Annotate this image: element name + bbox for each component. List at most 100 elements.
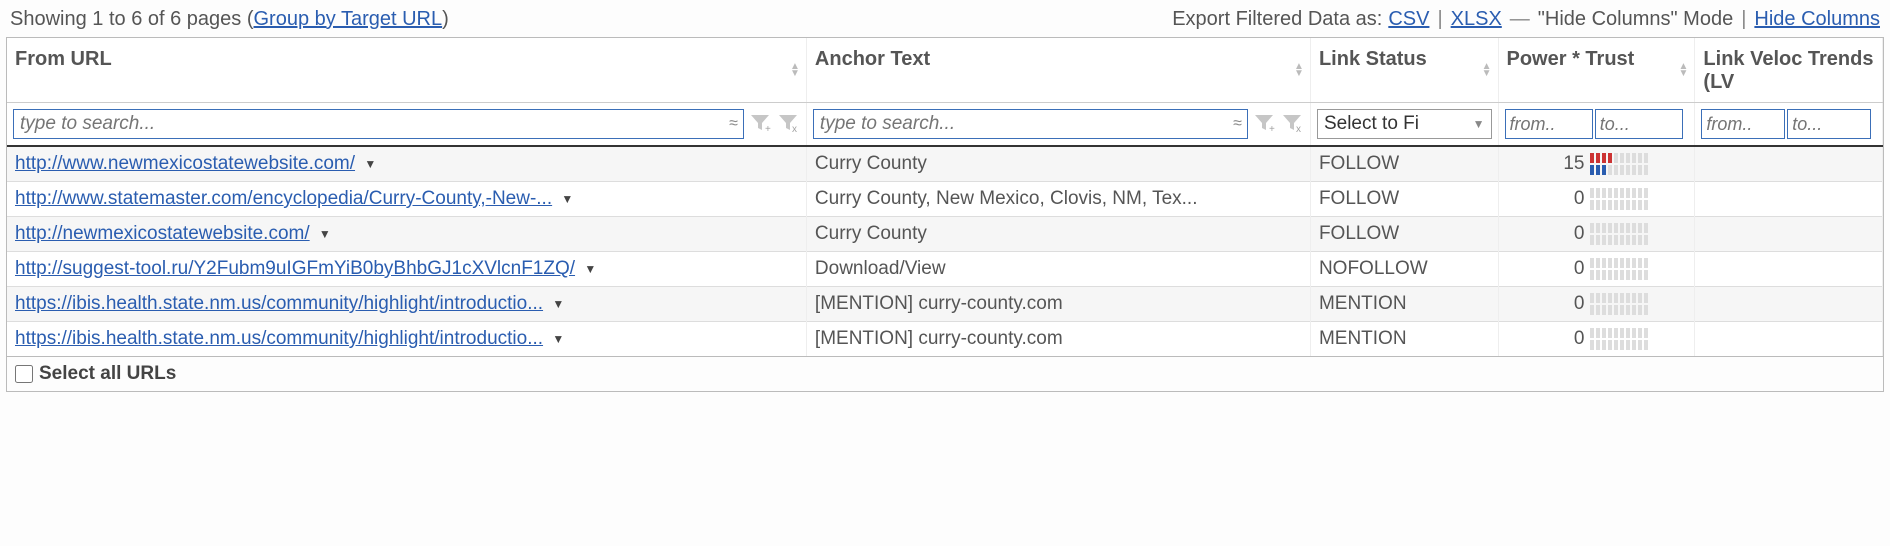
anchor-text-cell: [MENTION] curry-county.com — [806, 322, 1310, 357]
hide-columns-mode-label: "Hide Columns" Mode — [1538, 8, 1733, 31]
from-url-link[interactable]: http://newmexicostatewebsite.com/ — [15, 223, 310, 244]
sparkline-icon — [1590, 153, 1648, 175]
svg-text:+: + — [1269, 124, 1275, 134]
table-row: https://ibis.health.state.nm.us/communit… — [7, 287, 1883, 322]
power-trust-cell: 15 — [1498, 146, 1695, 182]
power-trust-cell: 0 — [1498, 182, 1695, 217]
chevron-down-icon: ▼ — [1473, 117, 1485, 131]
hide-columns-link[interactable]: Hide Columns — [1754, 8, 1880, 31]
table-row: http://newmexicostatewebsite.com/ ▼ Curry… — [7, 217, 1883, 252]
group-by-target-url-link[interactable]: Group by Target URL — [254, 8, 443, 30]
col-link-status-label: Link Status — [1319, 48, 1427, 70]
link-status-select[interactable]: Select to Fi ▼ — [1317, 109, 1492, 139]
table-row: http://www.newmexicostatewebsite.com/ ▼ C… — [7, 146, 1883, 182]
export-csv-link[interactable]: CSV — [1388, 8, 1429, 31]
link-velocity-cell — [1695, 182, 1883, 217]
filter-clear-icon[interactable]: x — [776, 112, 800, 136]
from-url-search-input[interactable] — [13, 109, 744, 139]
showing-summary: Showing 1 to 6 of 6 pages (Group by Targ… — [10, 8, 449, 31]
separator-pipe: | — [1437, 8, 1442, 31]
sort-icon[interactable]: ▲▼ — [1294, 63, 1304, 77]
col-link-status[interactable]: Link Status ▲▼ — [1310, 38, 1498, 103]
filter-add-icon[interactable]: + — [1252, 112, 1276, 136]
select-all-urls-checkbox[interactable] — [15, 365, 33, 383]
svg-text:x: x — [792, 124, 797, 134]
col-anchor-text[interactable]: Anchor Text ▲▼ — [806, 38, 1310, 103]
table-filter-row: ≈ + x ≈ + — [7, 103, 1883, 147]
svg-text:x: x — [1296, 124, 1301, 134]
row-menu-caret[interactable]: ▼ — [561, 192, 573, 206]
col-from-url[interactable]: From URL ▲▼ — [7, 38, 806, 103]
power-trust-value: 0 — [1544, 328, 1584, 350]
link-status-cell: MENTION — [1310, 322, 1498, 357]
power-trust-value: 0 — [1544, 258, 1584, 280]
export-xlsx-link[interactable]: XLSX — [1451, 8, 1502, 31]
anchor-text-cell: Curry County — [806, 217, 1310, 252]
row-menu-caret[interactable]: ▼ — [584, 262, 596, 276]
row-menu-caret[interactable]: ▼ — [319, 227, 331, 241]
topbar: Showing 1 to 6 of 6 pages (Group by Targ… — [0, 0, 1890, 37]
col-power-trust-label: Power * Trust — [1507, 48, 1635, 70]
row-menu-caret[interactable]: ▼ — [552, 297, 564, 311]
showing-close: ) — [442, 8, 449, 30]
sort-icon[interactable]: ▲▼ — [1679, 63, 1689, 77]
link-velocity-from-input[interactable] — [1701, 109, 1785, 139]
table-body: http://www.newmexicostatewebsite.com/ ▼ C… — [7, 146, 1883, 356]
table-row: https://ibis.health.state.nm.us/communit… — [7, 322, 1883, 357]
link-status-cell: FOLLOW — [1310, 217, 1498, 252]
col-power-trust[interactable]: Power * Trust ▲▼ — [1498, 38, 1695, 103]
link-status-cell: FOLLOW — [1310, 146, 1498, 182]
svg-text:+: + — [765, 124, 771, 134]
link-status-cell: MENTION — [1310, 287, 1498, 322]
from-url-link[interactable]: http://www.newmexicostatewebsite.com/ — [15, 153, 355, 174]
power-trust-from-input[interactable] — [1505, 109, 1593, 139]
table-footer: Select all URLs — [7, 356, 1883, 391]
anchor-search-input[interactable] — [813, 109, 1248, 139]
select-all-urls-label: Select all URLs — [39, 363, 176, 385]
link-velocity-cell — [1695, 146, 1883, 182]
fuzzy-icon[interactable]: ≈ — [1233, 115, 1242, 133]
sort-icon[interactable]: ▲▼ — [790, 63, 800, 77]
power-trust-value: 0 — [1544, 293, 1584, 315]
filter-clear-icon[interactable]: x — [1280, 112, 1304, 136]
from-url-link[interactable]: https://ibis.health.state.nm.us/communit… — [15, 293, 543, 314]
sparkline-icon — [1590, 328, 1648, 350]
sparkline-icon — [1590, 223, 1648, 245]
link-velocity-to-input[interactable] — [1787, 109, 1871, 139]
from-url-link[interactable]: http://suggest-tool.ru/Y2Fubm9uIGFmYiB0b… — [15, 258, 575, 279]
anchor-text-cell: [MENTION] curry-county.com — [806, 287, 1310, 322]
sparkline-icon — [1590, 188, 1648, 210]
col-link-velocity[interactable]: Link Veloc Trends (LV — [1695, 38, 1883, 103]
anchor-text-cell: Download/View — [806, 252, 1310, 287]
power-trust-cell: 0 — [1498, 287, 1695, 322]
export-label: Export Filtered Data as: — [1172, 8, 1382, 31]
power-trust-value: 15 — [1544, 153, 1584, 175]
sparkline-icon — [1590, 258, 1648, 280]
link-velocity-cell — [1695, 217, 1883, 252]
col-anchor-label: Anchor Text — [815, 48, 930, 70]
from-url-link[interactable]: http://www.statemaster.com/encyclopedia/… — [15, 188, 552, 209]
power-trust-cell: 0 — [1498, 322, 1695, 357]
table-row: http://www.statemaster.com/encyclopedia/… — [7, 182, 1883, 217]
anchor-filter: ≈ + x — [813, 109, 1304, 139]
link-velocity-range — [1701, 109, 1876, 139]
fuzzy-icon[interactable]: ≈ — [729, 115, 738, 133]
showing-text: Showing 1 to 6 of 6 pages ( — [10, 8, 254, 30]
anchor-text-cell: Curry County — [806, 146, 1310, 182]
power-trust-cell: 0 — [1498, 217, 1695, 252]
table-header-row: From URL ▲▼ Anchor Text ▲▼ Link Status ▲… — [7, 38, 1883, 103]
link-status-cell: NOFOLLOW — [1310, 252, 1498, 287]
link-velocity-cell — [1695, 287, 1883, 322]
from-url-link[interactable]: https://ibis.health.state.nm.us/communit… — [15, 328, 543, 349]
links-table: From URL ▲▼ Anchor Text ▲▼ Link Status ▲… — [7, 38, 1883, 356]
power-trust-cell: 0 — [1498, 252, 1695, 287]
link-velocity-cell — [1695, 322, 1883, 357]
power-trust-value: 0 — [1544, 188, 1584, 210]
filter-add-icon[interactable]: + — [748, 112, 772, 136]
export-group: Export Filtered Data as: CSV | XLSX — "H… — [1172, 8, 1880, 31]
link-status-select-label: Select to Fi — [1324, 113, 1419, 135]
power-trust-to-input[interactable] — [1595, 109, 1683, 139]
row-menu-caret[interactable]: ▼ — [552, 332, 564, 346]
row-menu-caret[interactable]: ▼ — [364, 157, 376, 171]
sort-icon[interactable]: ▲▼ — [1482, 63, 1492, 77]
